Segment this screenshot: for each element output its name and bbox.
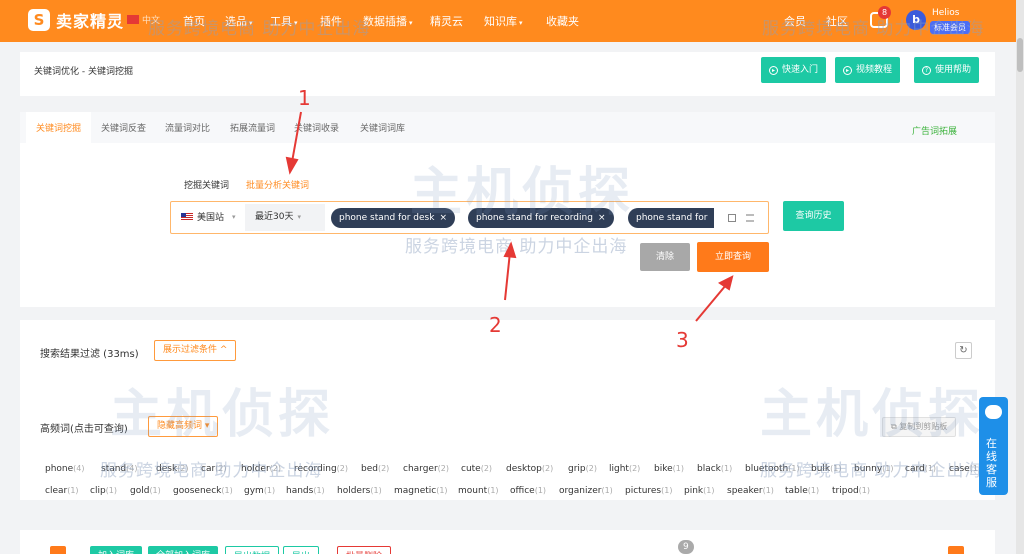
chevron-up-icon: ^ [219, 345, 228, 355]
query-now-button[interactable]: 立即查询 [697, 242, 769, 272]
play-icon: ▸ [843, 65, 852, 75]
annotation-number: 3 [676, 328, 689, 352]
add-library-button[interactable]: 加入词库 [90, 546, 143, 554]
list-view-icon[interactable] [746, 214, 754, 222]
logo-text: 卖家精灵 [56, 12, 125, 31]
watermark-brand: 主机侦探 [760, 385, 985, 445]
orange-action-button[interactable] [948, 546, 964, 554]
chat-icon [985, 405, 1002, 419]
high-frequency-keyword[interactable]: grip(2) [568, 464, 597, 474]
watermark-slogan: 服务跨境电商 助力中企出海 [405, 237, 628, 257]
export-data-button[interactable]: 导出数据 [225, 546, 280, 554]
ad-keyword-expand-link[interactable]: 广告词拓展 [912, 124, 957, 137]
watermark-slogan: 服务跨境电商 助力中企出海 [100, 461, 323, 481]
high-frequency-keyword[interactable]: pictures(1) [625, 486, 672, 496]
grid-view-icon[interactable] [728, 214, 736, 222]
scroll-thumb[interactable] [1017, 38, 1023, 72]
nav-cloud[interactable]: 精灵云 [430, 13, 463, 29]
export-button[interactable]: 导出 [283, 546, 320, 554]
nav-knowledge[interactable]: 知识库 ▾ [484, 13, 523, 29]
period-select[interactable]: 最近30天 ▾ [245, 204, 325, 231]
high-frequency-keyword[interactable]: pink(1) [684, 486, 714, 496]
high-frequency-keyword[interactable]: office(1) [510, 486, 546, 496]
high-frequency-keyword[interactable]: mount(1) [458, 486, 499, 496]
high-frequency-keyword[interactable]: bed(2) [361, 464, 389, 474]
tab-traffic-compare[interactable]: 流量词对比 [155, 112, 220, 143]
page-scrollbar[interactable] [1016, 0, 1024, 554]
results-action-panel: 加入词库 全部加入词库 导出数据 导出 批量删除 9 [20, 530, 995, 554]
high-frequency-keyword[interactable]: clip(1) [90, 486, 117, 496]
high-frequency-keyword[interactable]: gym(1) [244, 486, 275, 496]
header-panel: 关键词优化 - 关键词挖掘 ▸ 快速入门 ▸ 视频教程 ? 使用帮助 [20, 52, 995, 96]
high-frequency-keyword[interactable]: bike(1) [654, 464, 684, 474]
mode-batch-analyze[interactable]: 批量分析关键词 [246, 178, 309, 191]
app-logo[interactable]: S 卖家精灵 [28, 8, 124, 32]
tab-expand-traffic[interactable]: 拓展流量词 [220, 112, 285, 143]
add-all-library-button[interactable]: 全部加入词库 [148, 546, 219, 554]
nav-data[interactable]: 数据插播 ▾ [363, 13, 413, 29]
question-icon: ? [922, 65, 931, 75]
high-frequency-keyword[interactable]: holders(1) [337, 486, 382, 496]
tab-reverse-lookup[interactable]: 关键词反查 [91, 112, 156, 143]
site-select[interactable]: 美国站 ▾ [181, 210, 236, 223]
high-frequency-keyword[interactable]: gooseneck(1) [173, 486, 233, 496]
high-frequency-keyword[interactable]: phone(4) [45, 464, 85, 474]
refresh-icon[interactable]: ↻ [955, 342, 972, 359]
keyword-chip[interactable]: phone stand for [628, 208, 714, 228]
tab-keyword-library[interactable]: 关键词词库 [350, 112, 415, 143]
us-flag-icon [181, 212, 193, 221]
nav-favorites[interactable]: 收藏夹 [546, 13, 579, 29]
annotation-number: 1 [298, 86, 311, 110]
high-frequency-keyword[interactable]: cute(2) [461, 464, 492, 474]
play-icon: ▸ [769, 65, 778, 75]
china-flag-icon[interactable] [127, 15, 139, 24]
chevron-down-icon: ▾ [297, 213, 301, 221]
high-frequency-keyword[interactable]: tripod(1) [832, 486, 870, 496]
high-frequency-keyword[interactable]: table(1) [785, 486, 819, 496]
query-history-button[interactable]: 查询历史 [783, 201, 844, 231]
high-frequency-keyword[interactable]: clear(1) [45, 486, 79, 496]
annotation-number: 2 [489, 313, 502, 337]
watermark-slogan: 服务跨境电商 助力中企出海 [762, 19, 985, 39]
show-filters-button[interactable]: 展示过滤条件 ^ [154, 340, 237, 361]
watermark-brand: 主机侦探 [110, 385, 335, 445]
high-frequency-keyword[interactable]: black(1) [697, 464, 732, 474]
high-frequency-keyword[interactable]: organizer(1) [559, 486, 613, 496]
add-button[interactable] [50, 546, 66, 554]
chat-label: 在线客服 [986, 437, 997, 489]
clear-button[interactable]: 清除 [640, 243, 690, 271]
video-tutorial-button[interactable]: ▸ 视频教程 [835, 57, 901, 83]
high-frequency-keyword[interactable]: gold(1) [130, 486, 161, 496]
quick-start-button[interactable]: ▸ 快速入门 [761, 57, 827, 83]
mode-mine-keywords[interactable]: 挖掘关键词 [184, 178, 229, 191]
high-frequency-keyword[interactable]: charger(2) [403, 464, 449, 474]
tab-keyword-index[interactable]: 关键词收录 [284, 112, 349, 143]
online-support-widget[interactable]: 在线客服 [979, 397, 1008, 495]
high-frequency-keyword[interactable]: magnetic(1) [394, 486, 448, 496]
count-badge: 9 [678, 540, 694, 554]
watermark-slogan: 服务跨境电商 助力中企出海 [760, 461, 983, 481]
high-frequency-keyword[interactable]: speaker(1) [727, 486, 774, 496]
tab-keyword-mining[interactable]: 关键词挖掘 [26, 112, 92, 143]
breadcrumb: 关键词优化 - 关键词挖掘 [34, 67, 133, 77]
high-frequency-keyword[interactable]: hands(1) [286, 486, 325, 496]
chevron-down-icon: ▾ [232, 212, 236, 221]
batch-delete-button[interactable]: 批量删除 [337, 546, 392, 554]
watermark-brand: 主机侦探 [410, 163, 635, 223]
high-frequency-keyword[interactable]: light(2) [609, 464, 640, 474]
filter-title: 搜索结果过滤 (33ms) [40, 349, 139, 360]
watermark-slogan: 服务跨境电商 助力中企出海 [148, 19, 371, 39]
usage-help-button[interactable]: ? 使用帮助 [914, 57, 980, 83]
high-frequency-keyword[interactable]: desktop(2) [506, 464, 553, 474]
logo-icon: S [28, 9, 50, 31]
